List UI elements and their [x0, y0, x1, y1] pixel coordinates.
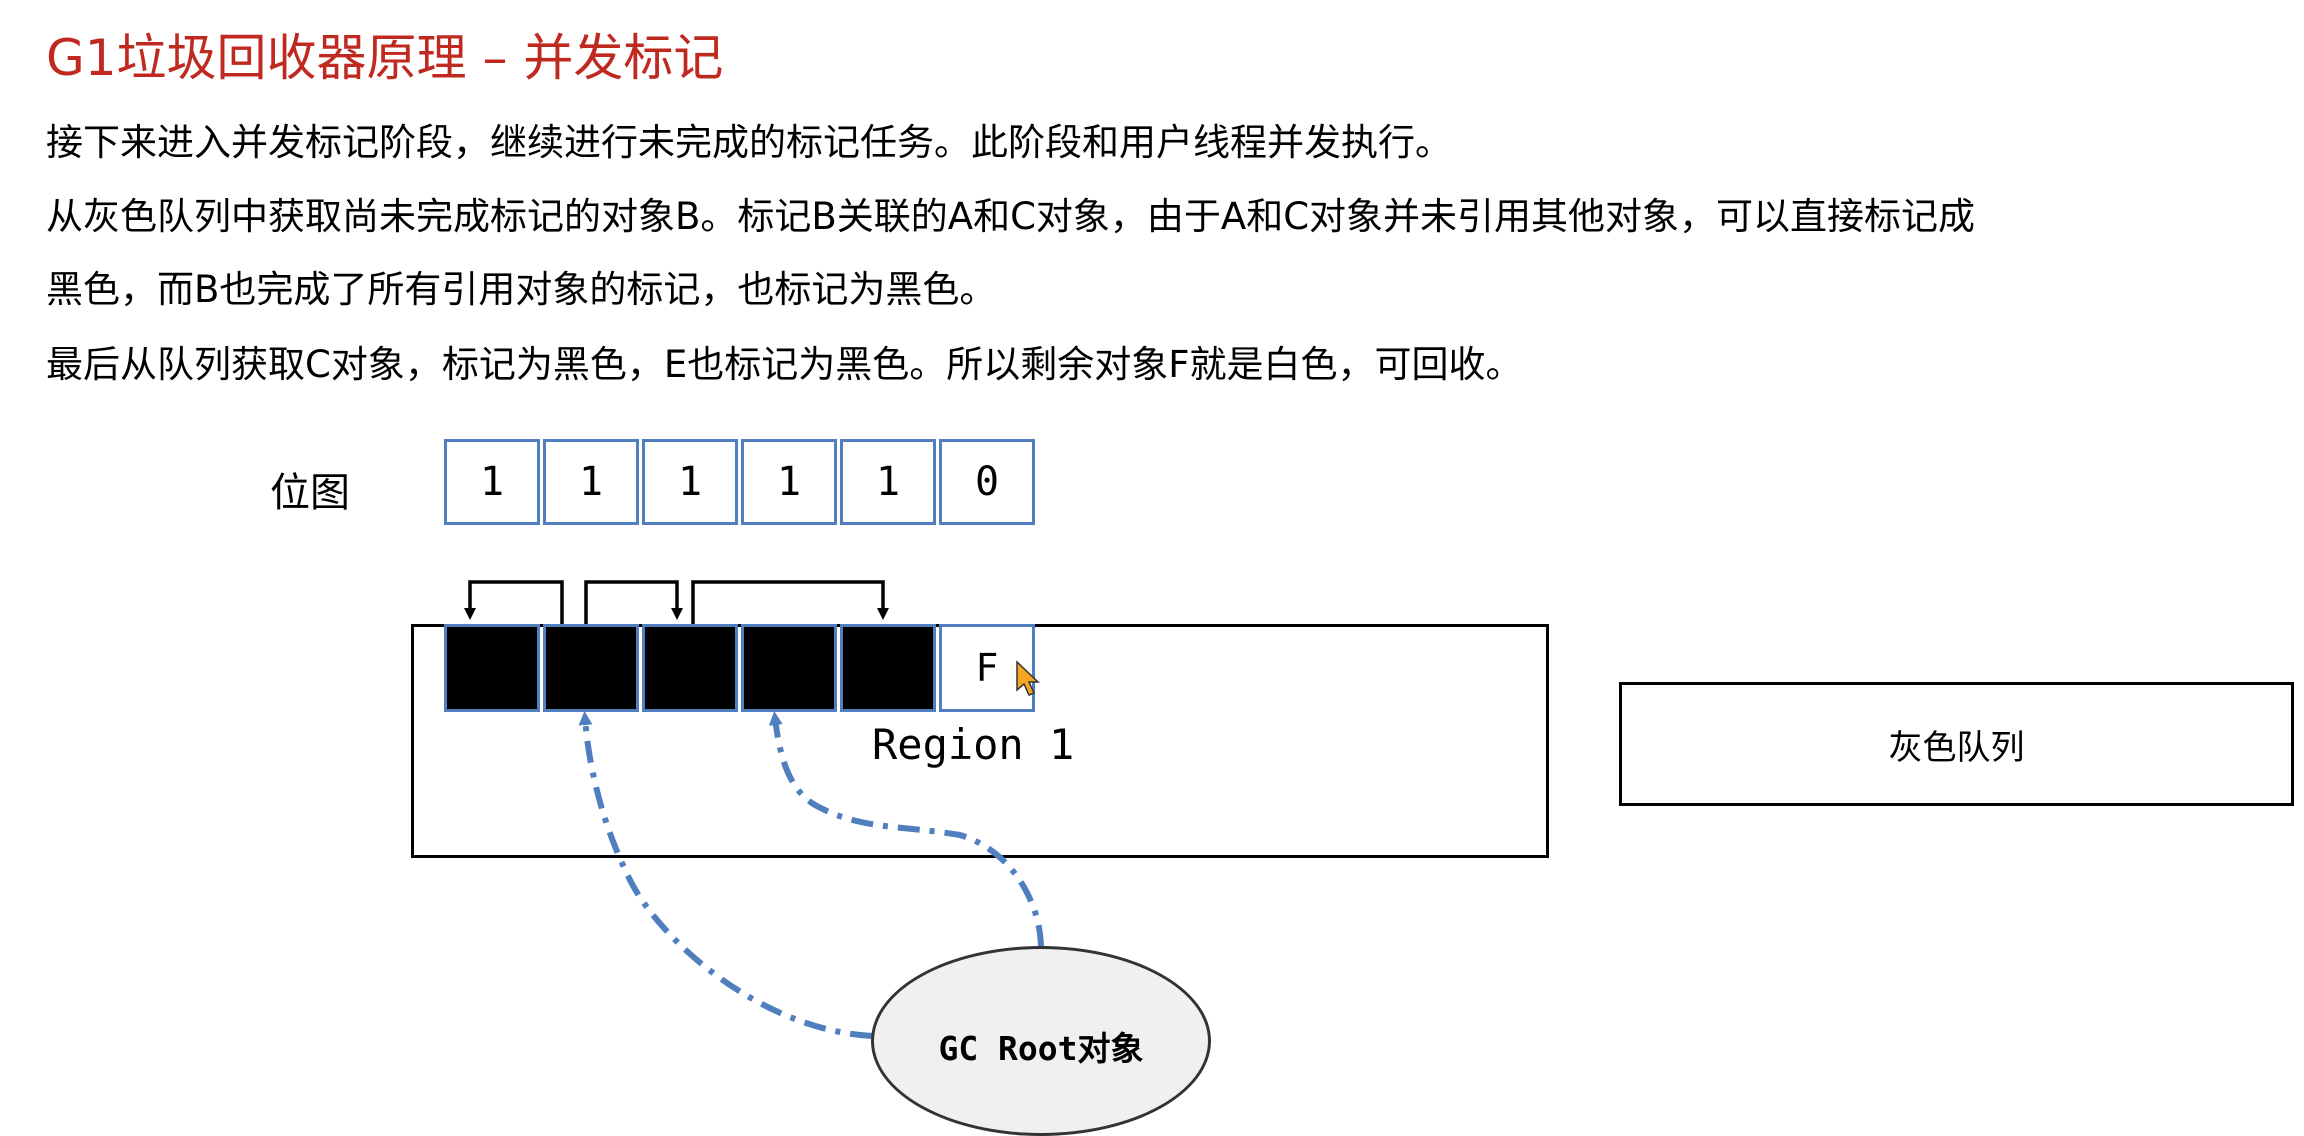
root-link-to-b: [578, 711, 873, 1039]
ref-arrow-b-to-a: [464, 580, 564, 624]
ref-arrow-c-to-e: [691, 580, 889, 624]
reference-arrows: [464, 580, 1044, 1039]
root-link-to-d: [768, 711, 1044, 948]
slide: G1垃圾回收器原理 – 并发标记 接下来进入并发标记阶段，继续进行未完成的标记任…: [0, 0, 2304, 1136]
ref-arrow-b-to-c: [584, 580, 683, 624]
gc-root-label: GC Root对象: [938, 1029, 1144, 1068]
cursor-icon: [1016, 660, 1040, 696]
